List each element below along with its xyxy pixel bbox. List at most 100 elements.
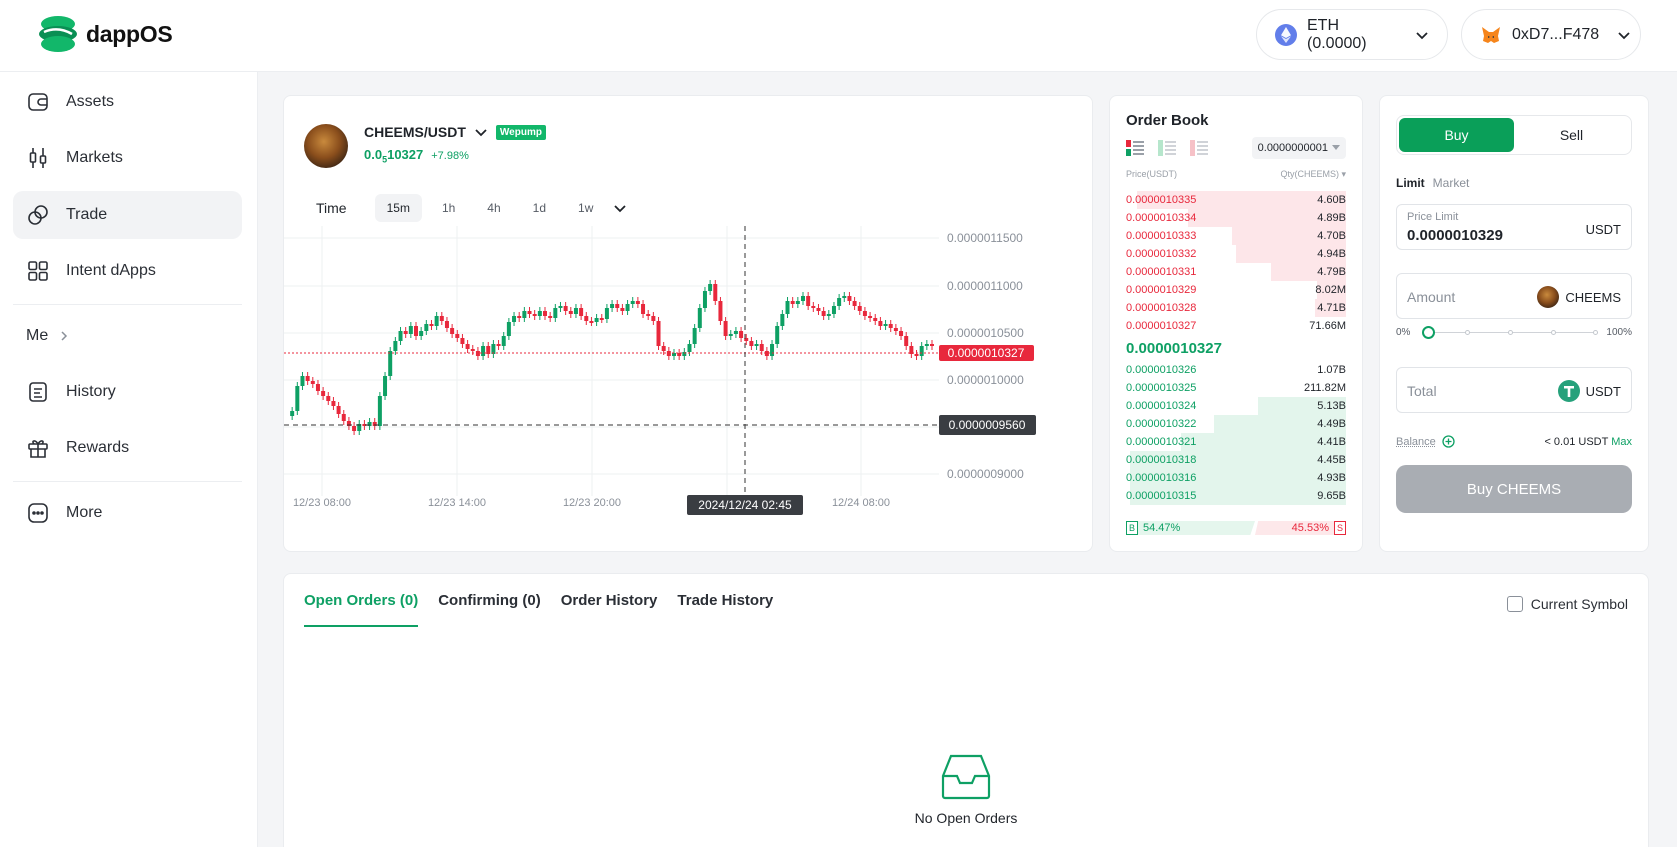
- candle-body: [543, 311, 547, 316]
- slider-step-dot[interactable]: [1593, 330, 1598, 335]
- order-book-row[interactable]: 0.0000010325 211.82M: [1126, 379, 1346, 397]
- tf-15m[interactable]: 15m: [374, 194, 422, 222]
- candle-body: [852, 301, 857, 306]
- sidebar-item-markets[interactable]: Markets: [13, 134, 242, 182]
- candle-body: [661, 346, 666, 351]
- gift-icon: [26, 436, 50, 460]
- sell-ratio-bar: 45.53%: [1255, 521, 1334, 535]
- order-book-row[interactable]: 0.0000010335 4.60B: [1126, 191, 1346, 209]
- tab-open-orders[interactable]: Open Orders (0): [304, 592, 419, 627]
- current-symbol-filter[interactable]: Current Symbol: [1506, 596, 1628, 612]
- pair-name: CHEEMS/USDT: [364, 124, 466, 140]
- order-book-row[interactable]: 0.0000010332 4.94B: [1126, 245, 1346, 263]
- tf-1d[interactable]: 1d: [521, 194, 558, 222]
- order-book-row[interactable]: 0.0000010316 4.93B: [1126, 469, 1346, 487]
- brand-name: dappOS: [86, 20, 173, 47]
- sidebar-item-label: Trade: [66, 206, 108, 223]
- candle-body: [739, 331, 744, 338]
- order-book-row[interactable]: 0.0000010326 1.07B: [1126, 361, 1346, 379]
- dappos-logo[interactable]: dappOS: [36, 12, 173, 56]
- candle-body: [403, 331, 408, 334]
- order-book-row[interactable]: 0.0000010318 4.45B: [1126, 451, 1346, 469]
- chevron-down-icon[interactable]: [613, 201, 627, 215]
- price-limit-field[interactable]: Price Limit 0.0000010329 USDT: [1396, 204, 1632, 250]
- candle-body: [713, 284, 718, 301]
- bids-only-view-icon[interactable]: [1158, 140, 1176, 156]
- candle-body: [326, 396, 331, 401]
- total-field[interactable]: Total USDT: [1396, 367, 1632, 413]
- tf-1w[interactable]: 1w: [566, 194, 605, 222]
- order-book-row[interactable]: 0.0000010327 71.66M: [1126, 317, 1346, 335]
- ethereum-icon: [1275, 23, 1297, 46]
- market-tab[interactable]: Market: [1433, 176, 1470, 190]
- order-book-row[interactable]: 0.0000010331 4.79B: [1126, 263, 1346, 281]
- tab-trade-history[interactable]: Trade History: [677, 592, 773, 627]
- candle-body: [826, 314, 831, 316]
- order-book-title: Order Book: [1126, 112, 1209, 129]
- tf-4h[interactable]: 4h: [475, 194, 512, 222]
- sell-tab[interactable]: Sell: [1514, 118, 1629, 152]
- limit-tab[interactable]: Limit: [1396, 176, 1425, 190]
- wallet-selector[interactable]: 0xD7...F478: [1461, 9, 1641, 60]
- max-button[interactable]: Max: [1611, 436, 1632, 448]
- amount-placeholder: Amount: [1407, 289, 1456, 305]
- both-sides-view-icon[interactable]: [1126, 140, 1144, 156]
- order-book-row[interactable]: 0.0000010322 4.49B: [1126, 415, 1346, 433]
- sidebar-item-trade[interactable]: Trade: [13, 191, 242, 239]
- sidebar-item-intent-dapps[interactable]: Intent dApps: [13, 247, 242, 295]
- candle-body: [759, 344, 764, 351]
- order-book-row[interactable]: 0.0000010329 8.02M: [1126, 281, 1346, 299]
- candle-body: [419, 331, 424, 336]
- candle-body: [625, 304, 630, 311]
- order-book-row[interactable]: 0.0000010315 9.65B: [1126, 487, 1346, 505]
- tf-time[interactable]: Time: [304, 194, 367, 222]
- candle-body: [899, 331, 904, 336]
- sidebar-me-toggle[interactable]: Me: [13, 312, 242, 360]
- candle-body: [429, 324, 434, 326]
- order-book-row[interactable]: 0.0000010324 5.13B: [1126, 397, 1346, 415]
- candle-body: [558, 306, 563, 308]
- sidebar-item-assets[interactable]: Assets: [13, 78, 242, 126]
- candle-body: [831, 306, 836, 314]
- buy-submit-button[interactable]: Buy CHEEMS: [1396, 465, 1632, 513]
- amount-slider[interactable]: 0% 100%: [1396, 325, 1632, 341]
- candle-body: [842, 296, 847, 298]
- order-book-row[interactable]: 0.0000010333 4.70B: [1126, 227, 1346, 245]
- slider-handle[interactable]: [1422, 326, 1435, 339]
- slider-step-dot[interactable]: [1551, 330, 1556, 335]
- chevron-down-icon: [1415, 28, 1429, 42]
- candle-body: [455, 334, 460, 338]
- candle-body: [532, 314, 537, 316]
- order-book-row[interactable]: 0.0000010334 4.89B: [1126, 209, 1346, 227]
- tab-order-history[interactable]: Order History: [561, 592, 658, 627]
- pair-selector[interactable]: CHEEMS/USDT Wepump: [364, 124, 546, 140]
- sidebar-item-history[interactable]: History: [13, 368, 242, 416]
- tab-confirming[interactable]: Confirming (0): [438, 592, 541, 627]
- y-tick-label: 0.0000009000: [947, 467, 1024, 481]
- network-selector[interactable]: ETH (0.0000): [1256, 9, 1448, 60]
- y-tick-label: 0.0000011500: [947, 231, 1023, 245]
- candle-body: [651, 316, 656, 321]
- candle-body: [723, 321, 728, 336]
- order-book-row[interactable]: 0.0000010328 4.71B: [1126, 299, 1346, 317]
- order-book-row[interactable]: 0.0000010321 4.41B: [1126, 433, 1346, 451]
- buy-tab[interactable]: Buy: [1399, 118, 1514, 152]
- sidebar-item-rewards[interactable]: Rewards: [13, 424, 242, 472]
- add-funds-icon[interactable]: [1442, 435, 1455, 448]
- qty-column-header[interactable]: Qty(CHEEMS) ▾: [1280, 169, 1346, 180]
- tf-1h[interactable]: 1h: [430, 194, 467, 222]
- current-price: 0.0510327: [364, 147, 424, 165]
- order-price: 0.0000010328: [1126, 302, 1197, 314]
- amount-field[interactable]: Amount CHEEMS: [1396, 273, 1632, 319]
- slider-step-dot[interactable]: [1465, 330, 1470, 335]
- slider-step-dot[interactable]: [1508, 330, 1513, 335]
- sidebar-item-more[interactable]: More: [13, 489, 242, 537]
- precision-selector[interactable]: 0.0000000001: [1251, 137, 1346, 159]
- order-qty: 4.94B: [1317, 248, 1346, 260]
- candlestick-chart[interactable]: 0.0000011500 0.0000011000 0.0000010500 0.00…: [284, 226, 1092, 551]
- candle-body: [290, 411, 295, 416]
- asks-only-view-icon[interactable]: [1190, 140, 1208, 156]
- current-symbol-checkbox[interactable]: [1506, 596, 1523, 612]
- order-price: 0.0000010334: [1126, 212, 1197, 224]
- x-tick-label: 12/23 08:00: [293, 497, 351, 509]
